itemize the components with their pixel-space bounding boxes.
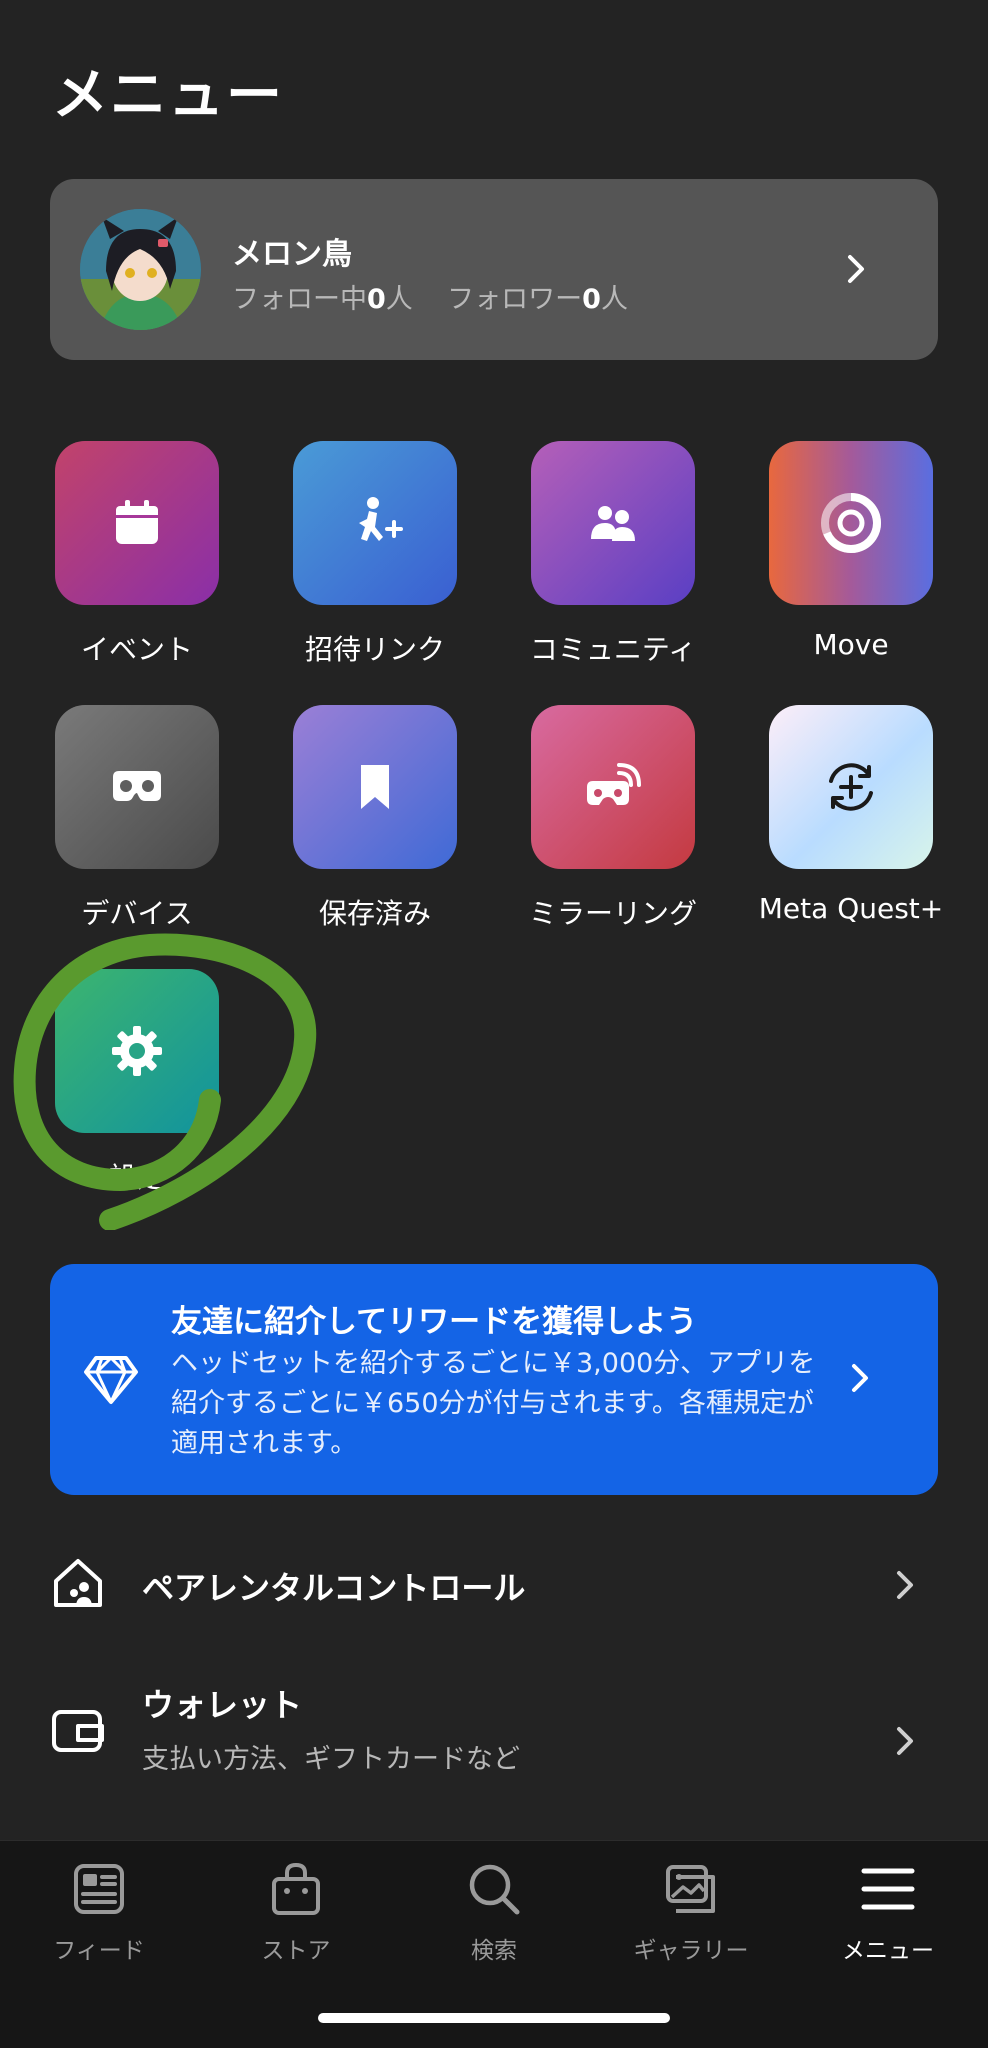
chevron-right-icon: [848, 255, 864, 283]
devices-tile[interactable]: [55, 705, 219, 869]
parental-controls-row[interactable]: ペアレンタルコントロール: [50, 1555, 938, 1615]
casting-icon: [587, 763, 641, 805]
store-bag-icon: [272, 1862, 320, 1915]
home-indicator: [318, 2013, 670, 2023]
tile-label-quest-plus: Meta Quest+: [758, 892, 944, 925]
mirroring-tile[interactable]: [531, 705, 695, 869]
tile-label-settings: 設定: [108, 1161, 165, 1194]
tile-label-devices: デバイス: [81, 897, 193, 930]
following-label: フォロー中: [232, 284, 367, 315]
events-tile[interactable]: [55, 441, 219, 605]
page-title: メニュー: [52, 63, 284, 128]
wallet-title: ウォレット: [142, 1686, 303, 1724]
menu-screen: メニュー メロン鳥 フォロー中0人 フォロワー0人 イベント 招待リンク コミュ…: [0, 0, 988, 2048]
home-family-icon: [54, 1559, 102, 1607]
tab-feed[interactable]: フィード: [19, 1861, 179, 1965]
tab-gallery[interactable]: ギャラリー: [611, 1861, 771, 1965]
tab-menu-label: メニュー: [842, 1938, 934, 1964]
followers-count: 0: [582, 284, 601, 315]
chevron-right-icon: [897, 1727, 913, 1755]
menu-icon: [861, 1868, 915, 1910]
tile-label-community: コミュニティ: [529, 633, 697, 666]
calendar-icon: [116, 500, 158, 544]
tab-menu[interactable]: メニュー: [808, 1861, 968, 1965]
wallet-subtitle: 支払い方法、ギフトカードなど: [142, 1744, 520, 1775]
tab-search-label: 検索: [471, 1938, 517, 1964]
move-ring-icon: [821, 493, 881, 553]
chevron-right-icon: [897, 1571, 913, 1599]
referral-title: 友達に紹介してリワードを獲得しよう: [171, 1304, 698, 1340]
settings-tile[interactable]: [55, 969, 219, 1133]
tab-gallery-label: ギャラリー: [633, 1938, 749, 1964]
tile-label-move: Move: [813, 628, 889, 661]
saved-tile[interactable]: [293, 705, 457, 869]
tile-label-saved: 保存済み: [318, 897, 431, 930]
people-icon: [591, 506, 635, 541]
wallet-row[interactable]: ウォレット 支払い方法、ギフトカードなど: [50, 1680, 938, 1780]
invite-link-tile[interactable]: [293, 441, 457, 605]
tab-search[interactable]: 検索: [414, 1861, 574, 1965]
search-icon: [469, 1864, 520, 1915]
feed-icon: [74, 1864, 124, 1914]
quest-plus-icon: [829, 763, 873, 811]
tab-feed-label: フィード: [53, 1938, 145, 1964]
profile-card[interactable]: メロン鳥 フォロー中0人 フォロワー0人: [50, 179, 938, 360]
move-tile[interactable]: [769, 441, 933, 605]
community-tile[interactable]: [531, 441, 695, 605]
tile-label-events: イベント: [80, 633, 193, 666]
chevron-right-icon: [852, 1364, 868, 1392]
referral-body: ヘッドセットを紹介するごとに￥3,000分、アプリを紹介するごとに￥650分が付…: [171, 1348, 816, 1459]
tab-store-label: ストア: [261, 1938, 331, 1964]
diamond-icon: [84, 1356, 138, 1404]
followers-label: フォロワー: [447, 284, 583, 315]
invite-person-icon: [359, 497, 403, 541]
meta-quest-plus-tile[interactable]: [769, 705, 933, 869]
wallet-icon: [52, 1710, 104, 1752]
followers-unit: 人: [600, 284, 628, 315]
referral-banner[interactable]: 友達に紹介してリワードを獲得しよう ヘッドセットを紹介するごとに￥3,000分、…: [50, 1264, 938, 1495]
tile-label-mirroring: ミラーリング: [528, 897, 697, 930]
tile-label-invite: 招待リンク: [304, 633, 445, 666]
tab-store[interactable]: ストア: [216, 1861, 376, 1965]
bookmark-icon: [361, 765, 389, 809]
headset-icon: [113, 771, 161, 801]
gear-icon: [112, 1026, 162, 1076]
profile-stats: フォロー中0人 フォロワー0人: [232, 277, 628, 316]
following-unit: 人: [385, 284, 413, 315]
parental-controls-title: ペアレンタルコントロール: [142, 1569, 526, 1607]
profile-name: メロン鳥: [232, 237, 352, 272]
following-count: 0: [367, 284, 386, 315]
avatar: [80, 209, 201, 330]
gallery-icon: [666, 1865, 715, 1913]
